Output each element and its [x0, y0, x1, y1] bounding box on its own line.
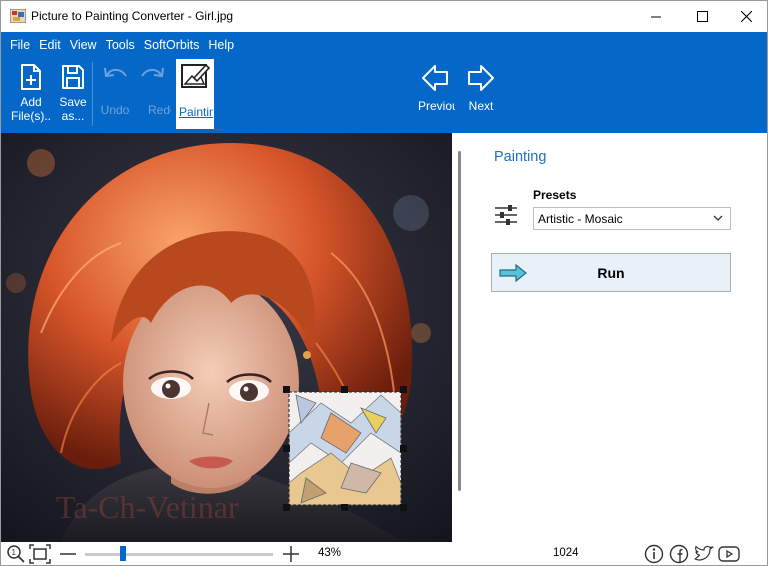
menu-bar: File Edit View Tools SoftOrbits Help: [1, 32, 234, 58]
presets-selected-value: Artistic - Mosaic: [538, 212, 623, 226]
minimize-icon: [651, 16, 661, 17]
vertical-scrollbar[interactable]: [458, 151, 461, 491]
close-icon: [740, 11, 752, 22]
run-label: Run: [597, 265, 625, 281]
zoom-fit-icon[interactable]: 1: [6, 544, 26, 564]
add-files-label-line1: Add: [20, 95, 42, 109]
zoom-slider-track[interactable]: [85, 553, 273, 556]
save-as-button[interactable]: Save as...: [56, 60, 90, 128]
portrait-image: Ta-Ch-Vetinar: [1, 133, 452, 542]
redo-button[interactable]: Redo: [135, 60, 171, 128]
toolbar-separator: [92, 62, 93, 126]
presets-label: Presets: [533, 188, 577, 202]
save-icon: [62, 65, 84, 89]
next-label: Next: [468, 99, 494, 113]
app-window: Picture to Painting Converter - Girl.jpg…: [0, 0, 768, 566]
previous-button[interactable]: Previous: [415, 60, 455, 128]
zoom-out-icon[interactable]: [58, 544, 78, 564]
arrow-right-icon: [468, 65, 494, 91]
menu-file[interactable]: File: [1, 38, 30, 52]
image-canvas[interactable]: Ta-Ch-Vetinar: [1, 133, 452, 542]
painting-button[interactable]: Painting: [176, 59, 214, 129]
arrow-left-icon: [422, 65, 448, 91]
facebook-icon[interactable]: [669, 544, 689, 564]
close-button[interactable]: [723, 1, 767, 32]
presets-dropdown[interactable]: Artistic - Mosaic: [533, 207, 731, 230]
painting-label: Painting: [179, 105, 213, 119]
toolbar-ribbon: File Edit View Tools SoftOrbits Help Add…: [1, 32, 767, 133]
zoom-slider-thumb[interactable]: [120, 546, 126, 561]
maximize-icon: [696, 11, 708, 22]
sliders-icon: [495, 205, 517, 225]
twitter-icon[interactable]: [693, 544, 715, 564]
settings-panel: Painting Presets Artistic - Mosaic Run: [468, 133, 767, 542]
redo-icon: [141, 67, 164, 78]
menu-view[interactable]: View: [61, 38, 97, 52]
info-icon[interactable]: [644, 544, 664, 564]
previous-label: Previous: [418, 99, 455, 113]
svg-text:1: 1: [12, 548, 17, 557]
youtube-icon[interactable]: [718, 544, 740, 564]
undo-button[interactable]: Undo: [98, 60, 132, 128]
minimize-button[interactable]: [633, 1, 679, 32]
watermark-text: Ta-Ch-Vetinar: [56, 489, 239, 525]
save-as-label-line2: as...: [61, 109, 85, 123]
undo-label: Undo: [100, 103, 130, 117]
run-button[interactable]: Run: [491, 253, 731, 292]
preview-selection[interactable]: [283, 386, 407, 511]
app-icon: [10, 9, 26, 23]
image-resolution: 1024: [553, 547, 579, 559]
menu-edit[interactable]: Edit: [30, 38, 61, 52]
maximize-button[interactable]: [679, 1, 725, 32]
status-bar: 1 43% 1024: [1, 542, 767, 565]
next-button[interactable]: Next: [461, 60, 501, 128]
fit-window-icon[interactable]: [29, 544, 51, 564]
painting-icon: [181, 63, 210, 88]
window-title: Picture to Painting Converter - Girl.jpg: [31, 9, 234, 23]
chevron-down-icon: [713, 215, 723, 221]
menu-softorbits[interactable]: SoftOrbits: [135, 38, 200, 52]
save-as-label-line1: Save: [59, 95, 87, 109]
add-files-button[interactable]: Add File(s)..: [11, 60, 51, 128]
zoom-in-icon[interactable]: [281, 544, 301, 564]
menu-help[interactable]: Help: [199, 38, 234, 52]
zoom-level: 43%: [318, 547, 342, 559]
redo-label: Redo: [148, 103, 171, 117]
panel-title: Painting: [494, 149, 547, 165]
undo-icon: [104, 67, 127, 78]
menu-tools[interactable]: Tools: [97, 38, 135, 52]
add-files-label-line2: File(s)..: [11, 109, 51, 123]
add-file-icon: [21, 64, 41, 90]
title-bar: Picture to Painting Converter - Girl.jpg: [1, 1, 767, 32]
